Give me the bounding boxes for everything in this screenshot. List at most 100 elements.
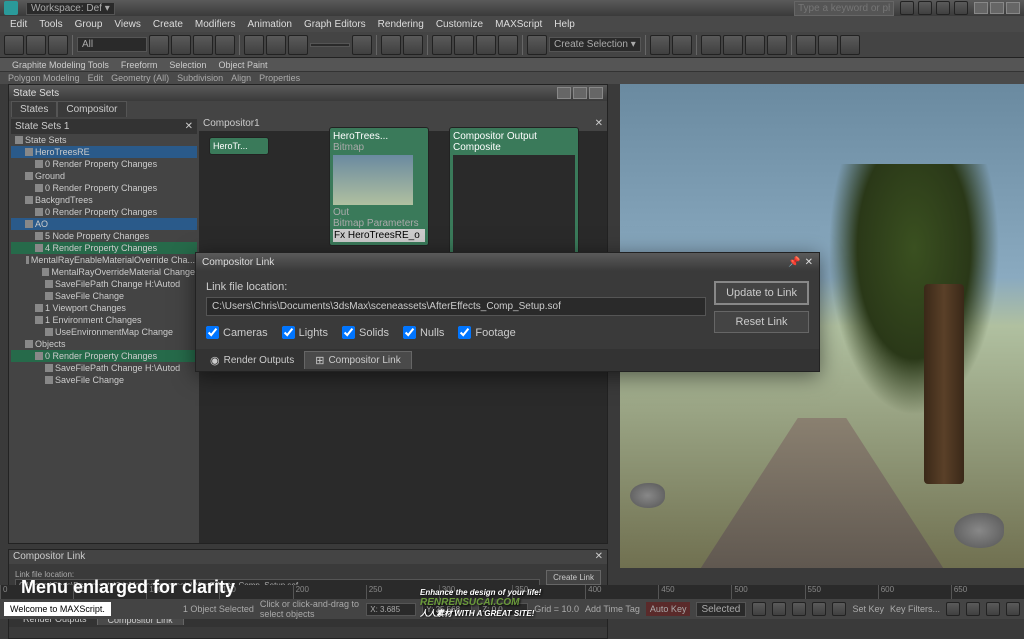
percent-snap-icon[interactable] [476,35,496,55]
nav-icon[interactable] [986,602,1000,616]
ref-coord[interactable] [310,43,350,47]
tree-item[interactable]: Objects [11,338,197,350]
search-input[interactable] [794,1,894,16]
ribbon-subtab[interactable]: Edit [88,73,104,83]
check-footage[interactable]: Footage [458,326,515,339]
pivot-icon[interactable] [352,35,372,55]
ss-close-button[interactable] [589,87,603,99]
next-frame-icon[interactable] [812,602,826,616]
set-key-button[interactable]: Set Key [852,604,884,614]
mirror-icon[interactable] [650,35,670,55]
close-icon[interactable]: ✕ [805,257,813,268]
key-filters-button[interactable]: Key Filters... [890,604,940,614]
named-selection-set[interactable]: Create Selection ▾ [549,37,641,52]
menu-customize[interactable]: Customize [430,19,489,30]
rotate-icon[interactable] [266,35,286,55]
tree-item[interactable]: UseEnvironmentMap Change [11,326,197,338]
angle-snap-icon[interactable] [454,35,474,55]
menu-maxscript[interactable]: MAXScript [489,19,548,30]
tree-item[interactable]: SaveFilePath Change H:\Autod [11,278,197,290]
keymode-icon[interactable] [403,35,423,55]
ribbon-subtab[interactable]: Subdivision [177,73,223,83]
state-sets-titlebar[interactable]: State Sets [9,85,607,101]
check-nulls[interactable]: Nulls [403,326,444,339]
tree-item[interactable]: State Sets [11,134,197,146]
info-icon[interactable] [918,1,932,15]
help-icon[interactable] [900,1,914,15]
check-cameras[interactable]: Cameras [206,326,268,339]
check-solids[interactable]: Solids [342,326,389,339]
tree-item[interactable]: 0 Render Property Changes [11,158,197,170]
tree-item[interactable]: MentalRayOverrideMaterial Change [11,266,197,278]
tree-item[interactable]: BackgndTrees [11,194,197,206]
workspace-selector[interactable]: Workspace: Def ▾ [26,2,115,15]
node-herotrees[interactable]: HeroTr... [209,137,269,155]
ss-minimize-button[interactable] [557,87,571,99]
tab-compositor[interactable]: Compositor [57,101,126,117]
auto-key-button[interactable]: Auto Key [646,602,691,616]
tree-item[interactable]: SaveFile Change [11,290,197,302]
curve-editor-icon[interactable] [723,35,743,55]
scale-icon[interactable] [288,35,308,55]
maxscript-listener[interactable]: Welcome to MAXScript. [4,602,111,616]
x-coord-input[interactable] [366,603,416,616]
ribbon-tab[interactable]: Freeform [117,60,162,70]
menu-help[interactable]: Help [548,19,581,30]
ribbon-tab[interactable]: Graphite Modeling Tools [8,60,113,70]
menu-edit[interactable]: Edit [4,19,33,30]
nav-icon[interactable] [946,602,960,616]
material-editor-icon[interactable] [767,35,787,55]
tab-compositor-link[interactable]: ⊞ Compositor Link [304,351,411,369]
tree-item[interactable]: 0 Render Property Changes [11,350,197,362]
tree-item[interactable]: AO [11,218,197,230]
key-mode-dropdown[interactable]: Selected [696,602,746,617]
tree-item[interactable]: Ground [11,170,197,182]
tree-item[interactable]: SaveFile Change [11,374,197,386]
tree-item[interactable]: 0 Render Property Changes [11,206,197,218]
tree-header[interactable]: State Sets 1✕ [11,119,197,134]
named-sel-icon[interactable] [527,35,547,55]
menu-group[interactable]: Group [69,19,109,30]
move-icon[interactable] [244,35,264,55]
layers-icon[interactable] [701,35,721,55]
align-icon[interactable] [672,35,692,55]
tree-item[interactable]: MentalRayEnableMaterialOverride Cha... [11,254,197,266]
ribbon-subtab[interactable]: Geometry (All) [111,73,169,83]
play-icon[interactable] [792,602,806,616]
update-to-link-button[interactable]: Update to Link [714,281,809,305]
render-setup-icon[interactable] [796,35,816,55]
menu-create[interactable]: Create [147,19,189,30]
prev-frame-icon[interactable] [772,602,786,616]
snap-icon[interactable] [432,35,452,55]
ribbon-subtab[interactable]: Properties [259,73,300,83]
select-icon[interactable] [149,35,169,55]
tree-item[interactable]: 0 Render Property Changes [11,182,197,194]
maximize-button[interactable] [990,2,1004,14]
close-button[interactable] [1006,2,1020,14]
tree-item[interactable]: 1 Viewport Changes [11,302,197,314]
nav-icon[interactable] [966,602,980,616]
create-link-button[interactable]: Create Link [546,570,601,585]
star-icon[interactable] [936,1,950,15]
render-frame-icon[interactable] [818,35,838,55]
check-lights[interactable]: Lights [282,326,328,339]
bp-close-icon[interactable]: ✕ [595,551,603,563]
compositor-link-titlebar[interactable]: Compositor Link 📌 ✕ [196,253,819,271]
ribbon-tab[interactable]: Selection [165,60,210,70]
link-path-input[interactable] [206,297,706,316]
menu-graph editors[interactable]: Graph Editors [298,19,372,30]
ribbon-tab[interactable]: Object Paint [214,60,271,70]
tab-render-outputs[interactable]: ◉ Render Outputs [200,351,304,369]
selection-filter[interactable]: All [77,37,147,52]
tree-item[interactable]: 1 Environment Changes [11,314,197,326]
tab-states[interactable]: States [11,101,57,117]
time-tag[interactable]: Add Time Tag [585,604,640,614]
menu-views[interactable]: Views [108,19,147,30]
goto-end-icon[interactable] [832,602,846,616]
ss-maximize-button[interactable] [573,87,587,99]
unlink-icon[interactable] [26,35,46,55]
render-icon[interactable] [840,35,860,55]
select-region-icon[interactable] [193,35,213,55]
link-icon[interactable] [4,35,24,55]
menu-animation[interactable]: Animation [241,19,297,30]
